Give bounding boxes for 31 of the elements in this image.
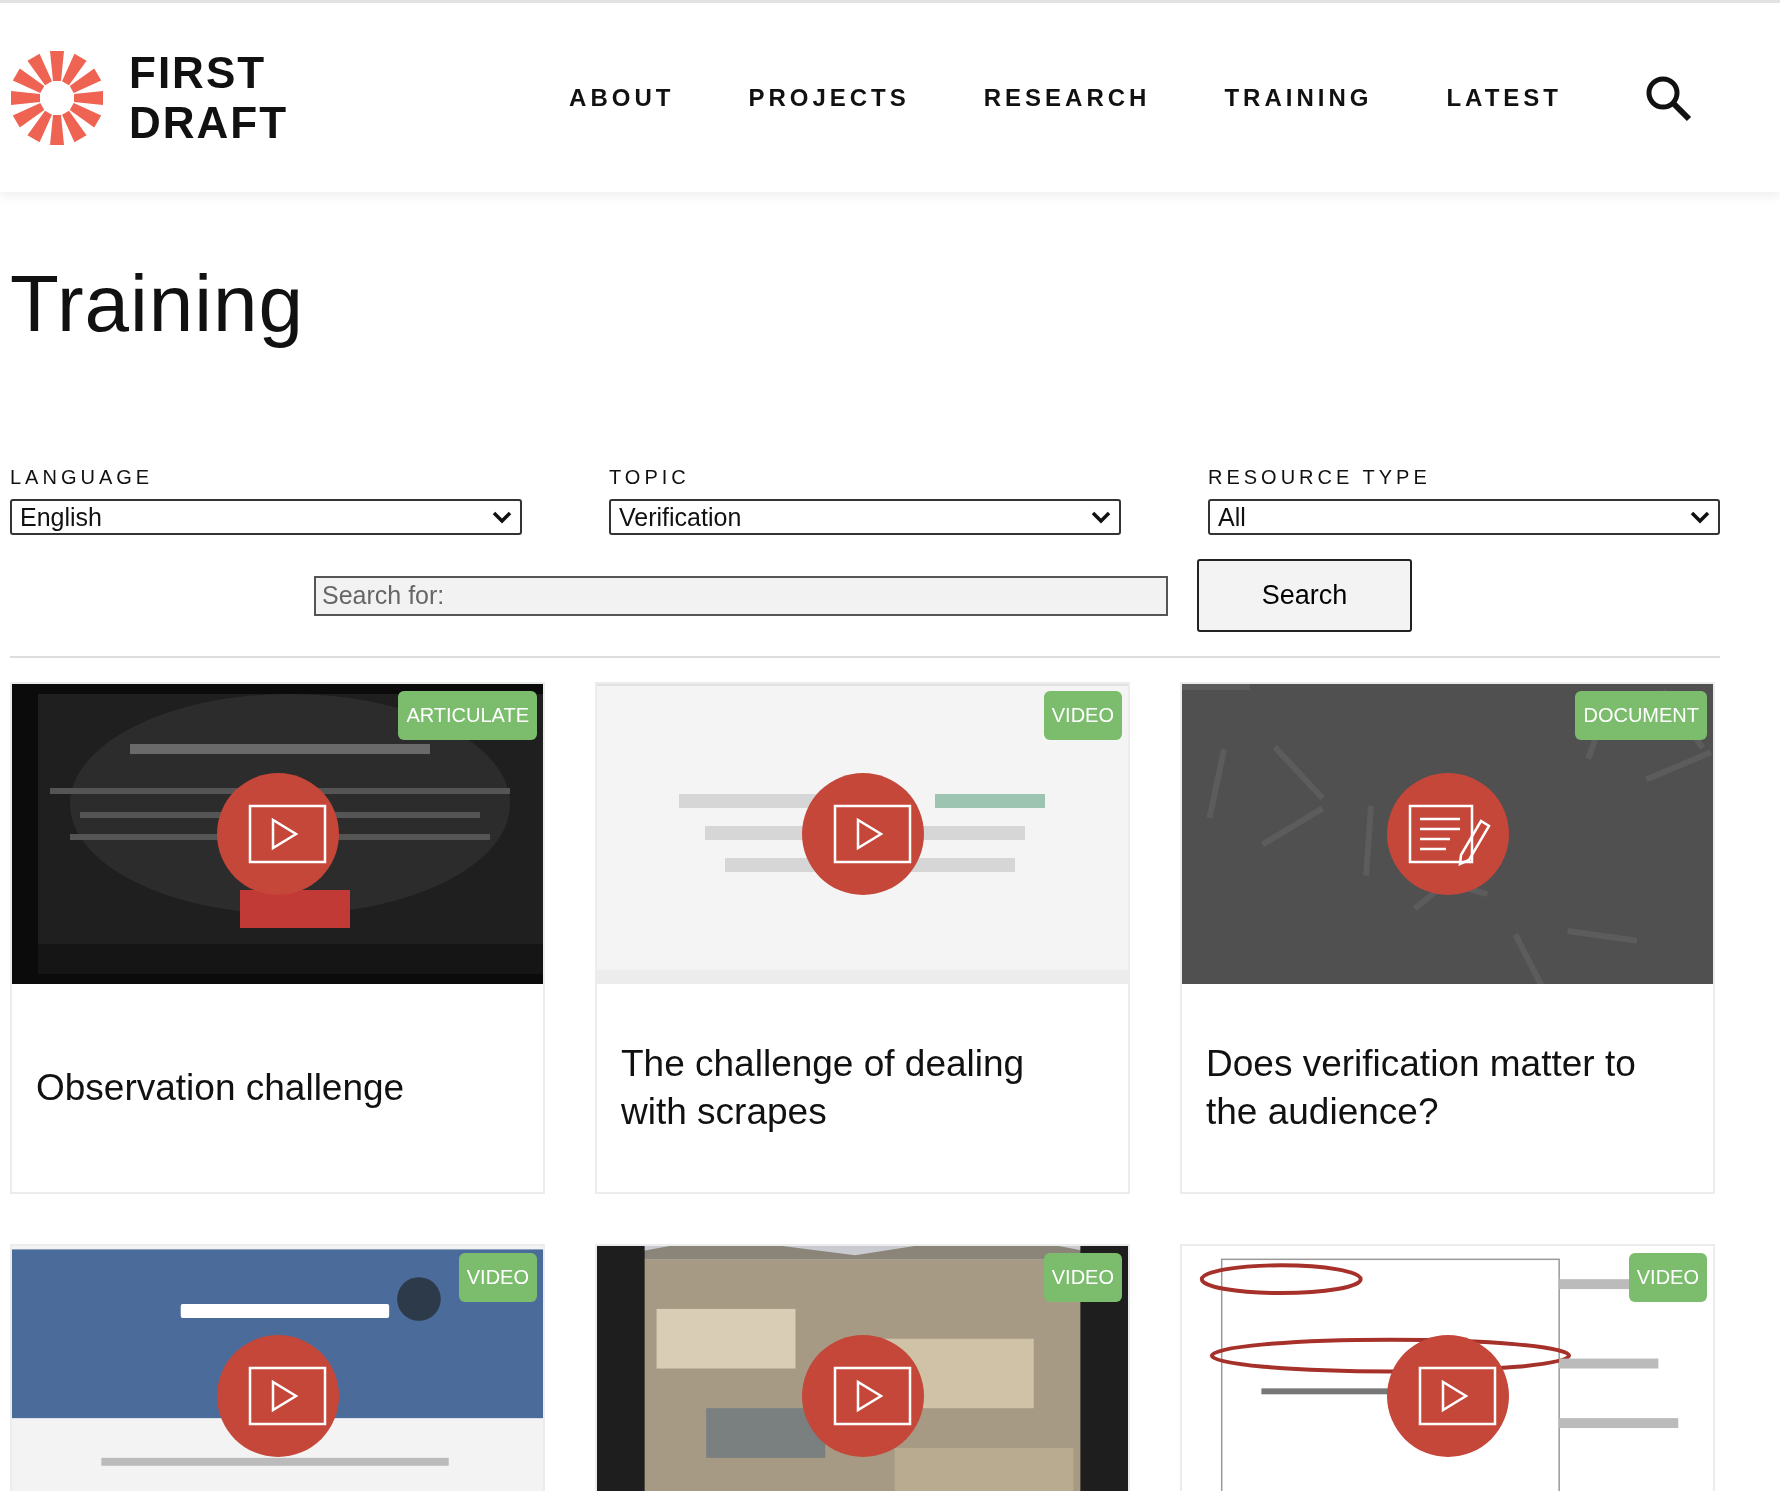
card-title[interactable]: The challenge of dealing with scrapes [621, 1040, 1068, 1136]
nav-link[interactable]: PROJECTS [748, 83, 910, 112]
chevron-icon [1091, 510, 1111, 524]
chevron-icon [1690, 510, 1710, 524]
document-icon[interactable] [1386, 773, 1509, 895]
type-badge: VIDEO [1043, 691, 1122, 740]
filter-dropdown[interactable]: Verification [609, 499, 1121, 535]
nav-link[interactable]: TRAINING [1224, 83, 1373, 112]
nav-link[interactable]: ABOUT [569, 83, 675, 112]
play-icon[interactable] [216, 773, 339, 895]
type-badge: DOCUMENT [1575, 691, 1707, 740]
nav-link[interactable]: RESEARCH [983, 83, 1151, 112]
type-badge: VIDEO [458, 1253, 537, 1302]
filter-label: LANGUAGE [10, 466, 155, 489]
filter-dropdown[interactable]: All [1208, 499, 1720, 535]
type-badge: VIDEO [1043, 1253, 1122, 1302]
search-button[interactable]: Search [1197, 559, 1412, 632]
search-field[interactable]: Search for: [314, 575, 1168, 616]
filter-label: TOPIC [609, 466, 691, 489]
logo-text: FIRST [129, 47, 268, 98]
type-badge: ARTICULATE [398, 691, 537, 740]
filter-dropdown[interactable]: English [10, 499, 522, 535]
nav-link[interactable]: LATEST [1446, 83, 1562, 112]
page-title: Training [10, 258, 306, 350]
card-title[interactable]: Observation challenge [36, 1064, 405, 1112]
card-title[interactable]: Does verification matter to the audience? [1206, 1040, 1653, 1136]
filter-label: RESOURCE TYPE [1208, 466, 1432, 489]
logo-text: DRAFT [129, 97, 289, 148]
chevron-icon [492, 510, 512, 524]
logo-icon [11, 49, 103, 146]
type-badge: VIDEO [1628, 1253, 1707, 1302]
